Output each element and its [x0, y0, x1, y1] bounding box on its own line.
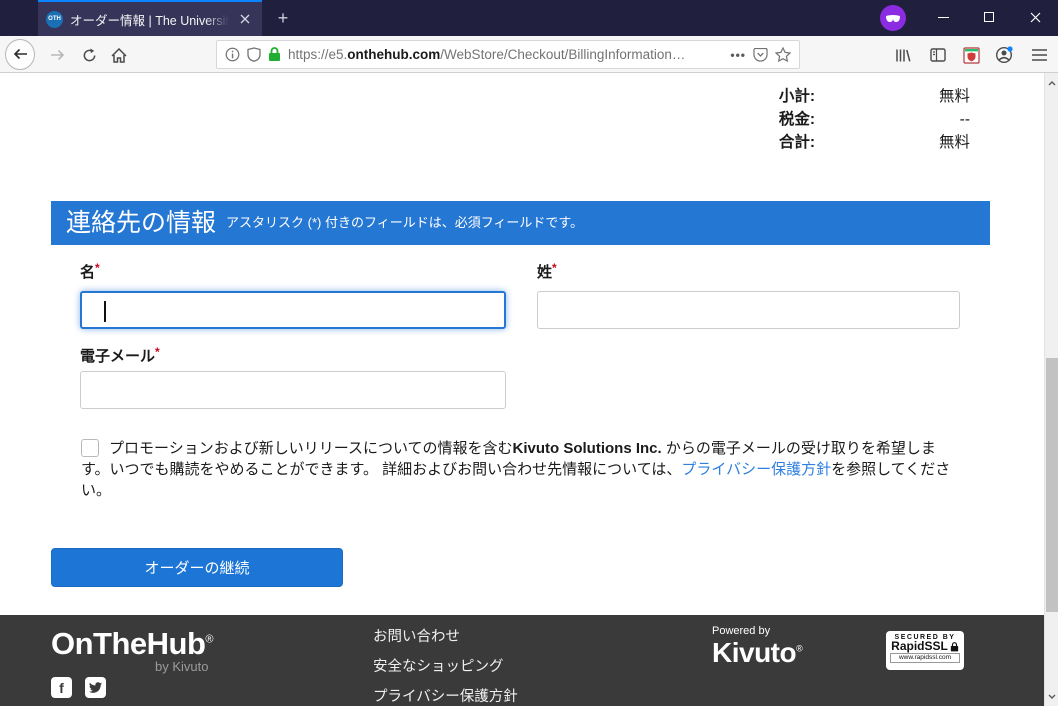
- new-tab-button[interactable]: +: [270, 6, 296, 30]
- private-browsing-mask-icon: [880, 5, 906, 31]
- last-name-input[interactable]: [537, 291, 960, 329]
- total-label: 合計:: [779, 131, 815, 154]
- scrollbar-thumb[interactable]: [1046, 358, 1058, 612]
- page-content: 小計: 無料 税金: -- 合計: 無料 連絡先の情報 アスタリスク (*) 付…: [0, 73, 1044, 706]
- page-actions-icon[interactable]: •••: [730, 48, 746, 62]
- footer-link-contact[interactable]: お問い合わせ: [373, 629, 518, 645]
- site-favicon: OTH: [46, 11, 63, 28]
- title-bar: OTH オーダー情報 | The University of T +: [0, 0, 1058, 36]
- window-minimize-button[interactable]: [920, 0, 966, 34]
- page-info-icon[interactable]: [225, 47, 240, 62]
- scroll-up-arrow-icon[interactable]: [1045, 75, 1058, 91]
- email-label: 電子メール*: [80, 345, 160, 366]
- tab-order-info[interactable]: OTH オーダー情報 | The University of T: [38, 0, 262, 36]
- summary-row-subtotal: 小計: 無料: [779, 85, 970, 108]
- ssl-lock-icon: [950, 642, 959, 652]
- browser-window: OTH オーダー情報 | The University of T +: [0, 0, 1058, 706]
- first-name-input[interactable]: [80, 291, 506, 329]
- bookmark-star-icon[interactable]: [775, 47, 791, 62]
- social-icons: f: [51, 677, 106, 698]
- summary-row-tax: 税金: --: [779, 108, 970, 131]
- vertical-scrollbar[interactable]: [1044, 73, 1058, 706]
- summary-row-total: 合計: 無料: [779, 131, 970, 154]
- navigation-toolbar: https://e5.onthehub.com/WebStore/Checkou…: [0, 36, 1058, 73]
- footer-link-privacy-policy[interactable]: プライバシー保護方針: [373, 689, 518, 705]
- powered-by-kivuto: Powered by Kivuto®: [712, 626, 802, 667]
- back-button[interactable]: [5, 39, 35, 69]
- first-name-label: 名*: [80, 261, 100, 282]
- consent-company: Kivuto Solutions Inc.: [513, 440, 662, 457]
- tab-title: オーダー情報 | The University of T: [70, 10, 229, 29]
- facebook-icon[interactable]: f: [51, 677, 72, 698]
- text-caret: [104, 301, 106, 322]
- email-input[interactable]: [80, 371, 506, 409]
- section-title: 連絡先の情報: [66, 201, 216, 245]
- https-lock-icon[interactable]: [268, 47, 281, 62]
- onthehub-logo-subtext: by Kivuto: [155, 659, 208, 674]
- page-footer: OnTheHub® by Kivuto f お問い合わせ 安全なショッピング プ…: [0, 615, 1044, 706]
- forward-button[interactable]: [42, 40, 72, 70]
- scroll-down-arrow-icon[interactable]: [1045, 688, 1058, 704]
- tax-label: 税金:: [779, 108, 815, 131]
- window-close-button[interactable]: [1012, 0, 1058, 34]
- pocket-icon[interactable]: [753, 48, 768, 62]
- tax-value: --: [815, 108, 970, 131]
- rapidssl-badge[interactable]: SECURED BY RapidSSL www.rapidssl.com: [886, 631, 964, 670]
- tracking-protection-shield-icon[interactable]: [247, 47, 261, 62]
- total-value: 無料: [815, 131, 970, 154]
- account-icon[interactable]: [989, 40, 1019, 70]
- twitter-icon[interactable]: [85, 677, 106, 698]
- section-subtitle: アスタリスク (*) 付きのフィールドは、必須フィールドです。: [226, 212, 583, 231]
- home-button[interactable]: [104, 40, 134, 70]
- subtotal-value: 無料: [815, 85, 970, 108]
- address-bar[interactable]: https://e5.onthehub.com/WebStore/Checkou…: [216, 40, 800, 69]
- onthehub-logo: OnTheHub®: [51, 626, 213, 662]
- tab-close-icon[interactable]: [236, 10, 254, 28]
- window-maximize-button[interactable]: [966, 0, 1012, 34]
- library-icon[interactable]: [888, 40, 918, 70]
- consent-paragraph: プロモーションおよび新しいリリースについての情報を含むKivuto Soluti…: [81, 438, 953, 501]
- extension-shield-icon[interactable]: [956, 40, 986, 70]
- promo-email-checkbox[interactable]: [81, 439, 99, 457]
- contact-info-section-header: 連絡先の情報 アスタリスク (*) 付きのフィールドは、必須フィールドです。: [51, 201, 990, 245]
- sidebar-toggle-icon[interactable]: [923, 40, 953, 70]
- url-text[interactable]: https://e5.onthehub.com/WebStore/Checkou…: [288, 47, 723, 62]
- footer-link-secure-shopping[interactable]: 安全なショッピング: [373, 659, 518, 675]
- menu-hamburger-icon[interactable]: [1024, 40, 1054, 70]
- footer-links: お問い合わせ 安全なショッピング プライバシー保護方針: [373, 629, 518, 706]
- continue-order-button[interactable]: オーダーの継続: [51, 548, 343, 587]
- subtotal-label: 小計:: [779, 85, 815, 108]
- last-name-label: 姓*: [537, 261, 557, 282]
- reload-button[interactable]: [74, 40, 104, 70]
- privacy-policy-link[interactable]: プライバシー保護方針: [681, 461, 831, 478]
- consent-text: プロモーションおよび新しいリリースについての情報を含む: [109, 440, 513, 457]
- order-summary: 小計: 無料 税金: -- 合計: 無料: [779, 85, 970, 154]
